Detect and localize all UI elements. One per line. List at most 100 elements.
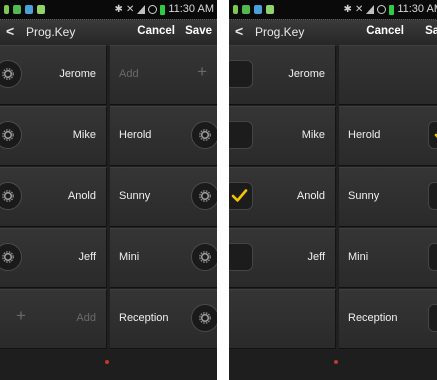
picture-icon <box>25 5 33 14</box>
battery-icon <box>160 4 166 15</box>
status-bar: ✱ ✕ 11:30 AM <box>229 0 437 19</box>
back-arrow-icon[interactable]: < <box>235 23 243 39</box>
key-slot[interactable]: Mini <box>110 228 217 288</box>
settings-button[interactable] <box>191 304 217 332</box>
wifi-icon <box>137 5 146 14</box>
key-slot[interactable]: Jeff <box>0 228 107 288</box>
checkmark-icon <box>231 189 248 202</box>
settings-button[interactable] <box>0 121 22 149</box>
add-key-slot[interactable]: + Add <box>0 289 107 349</box>
key-label: Mini <box>348 251 369 263</box>
gear-icon <box>199 251 211 263</box>
checkbox[interactable] <box>428 304 437 332</box>
gear-icon <box>199 190 211 202</box>
key-slot[interactable]: Sunny <box>110 167 217 227</box>
cancel-button[interactable]: Cancel <box>366 25 404 37</box>
save-button[interactable]: Save <box>425 25 437 37</box>
checkbox[interactable] <box>229 121 253 149</box>
plus-icon: + <box>197 62 207 81</box>
add-label: Add <box>76 312 96 324</box>
key-slot[interactable]: Anold <box>0 167 107 227</box>
settings-button[interactable] <box>0 60 22 88</box>
plus-icon: + <box>16 306 26 325</box>
key-slot[interactable]: Herold <box>110 106 217 166</box>
key-slot[interactable]: Jerome <box>0 45 107 105</box>
gear-icon <box>2 68 14 80</box>
key-label: Sunny <box>348 190 380 202</box>
back-arrow-icon[interactable]: < <box>6 23 14 39</box>
cancel-button[interactable]: Cancel <box>137 25 175 37</box>
settings-button[interactable] <box>191 121 217 149</box>
key-slot[interactable]: Mike <box>229 106 336 166</box>
key-slot[interactable]: Mini <box>339 228 437 288</box>
key-label: Herold <box>348 129 381 141</box>
key-label: Jeff <box>307 251 325 263</box>
key-label: Jerome <box>59 68 96 80</box>
mute-icon: ✕ <box>125 4 135 15</box>
page-title: Prog.Key <box>255 25 305 39</box>
settings-button[interactable] <box>0 243 22 271</box>
picture-icon <box>254 5 262 14</box>
checkbox[interactable] <box>428 182 437 210</box>
key-label: Anold <box>67 190 96 202</box>
no-signal-icon <box>377 5 387 14</box>
usb-icon <box>233 5 238 14</box>
gear-icon <box>199 312 211 324</box>
key-label: Reception <box>119 312 169 324</box>
key-slot[interactable]: Reception <box>110 289 217 349</box>
key-label: Sunny <box>119 190 151 202</box>
add-label: Add <box>119 68 139 80</box>
checkbox-checked[interactable] <box>428 121 437 149</box>
select-screen: ✱ ✕ 11:30 AM < Prog.Key Cancel Save Jero… <box>229 0 437 380</box>
page-indicator-bar <box>0 350 217 380</box>
key-label: Mike <box>72 129 96 141</box>
settings-button[interactable] <box>191 182 217 210</box>
key-slot[interactable]: Reception <box>339 289 437 349</box>
key-slot[interactable]: Herold <box>339 106 437 166</box>
key-slot[interactable]: Sunny <box>339 167 437 227</box>
edit-screen: ✱ ✕ 11:30 AM < Prog.Key Cancel Save Jero… <box>0 0 217 380</box>
action-bar: < Prog.Key Cancel Save <box>0 19 217 46</box>
key-label: Jerome <box>288 68 325 80</box>
checkbox[interactable] <box>229 60 253 88</box>
page-indicator-dot <box>105 360 109 364</box>
gear-icon <box>2 251 14 263</box>
action-bar: < Prog.Key Cancel Save <box>229 19 437 46</box>
add-key-slot[interactable]: Add + <box>110 45 217 105</box>
key-label: Reception <box>348 312 398 324</box>
checkbox-checked[interactable] <box>229 182 253 210</box>
key-slot[interactable]: Anold <box>229 167 336 227</box>
status-bar: ✱ ✕ 11:30 AM <box>0 0 217 19</box>
notification-icon <box>37 5 45 14</box>
battery-icon <box>389 4 395 15</box>
page-indicator-dot <box>334 360 338 364</box>
gear-icon <box>2 190 14 202</box>
page-indicator-bar <box>229 350 437 380</box>
key-label: Mini <box>119 251 140 263</box>
key-label: Herold <box>119 129 152 141</box>
key-slot[interactable]: Mike <box>0 106 107 166</box>
empty-slot <box>339 45 437 105</box>
mute-icon: ✕ <box>354 4 364 15</box>
bluetooth-icon: ✱ <box>343 4 352 15</box>
gear-icon <box>199 129 211 141</box>
page-title: Prog.Key <box>26 25 76 39</box>
notification-icon <box>266 5 274 14</box>
checkbox[interactable] <box>229 243 253 271</box>
key-label: Mike <box>301 129 325 141</box>
save-button[interactable]: Save <box>185 25 212 37</box>
key-label: Anold <box>296 190 325 202</box>
settings-button[interactable] <box>0 182 22 210</box>
settings-button[interactable] <box>191 243 217 271</box>
checkbox[interactable] <box>428 243 437 271</box>
no-signal-icon <box>148 5 158 14</box>
empty-slot <box>229 289 336 349</box>
wifi-icon <box>366 5 375 14</box>
status-time: 11:30 AM <box>397 3 437 15</box>
usb-icon <box>4 5 9 14</box>
bluetooth-icon: ✱ <box>114 4 123 15</box>
key-slot[interactable]: Jeff <box>229 228 336 288</box>
gear-icon <box>2 129 14 141</box>
key-slot[interactable]: Jerome <box>229 45 336 105</box>
lock-icon <box>13 5 21 14</box>
